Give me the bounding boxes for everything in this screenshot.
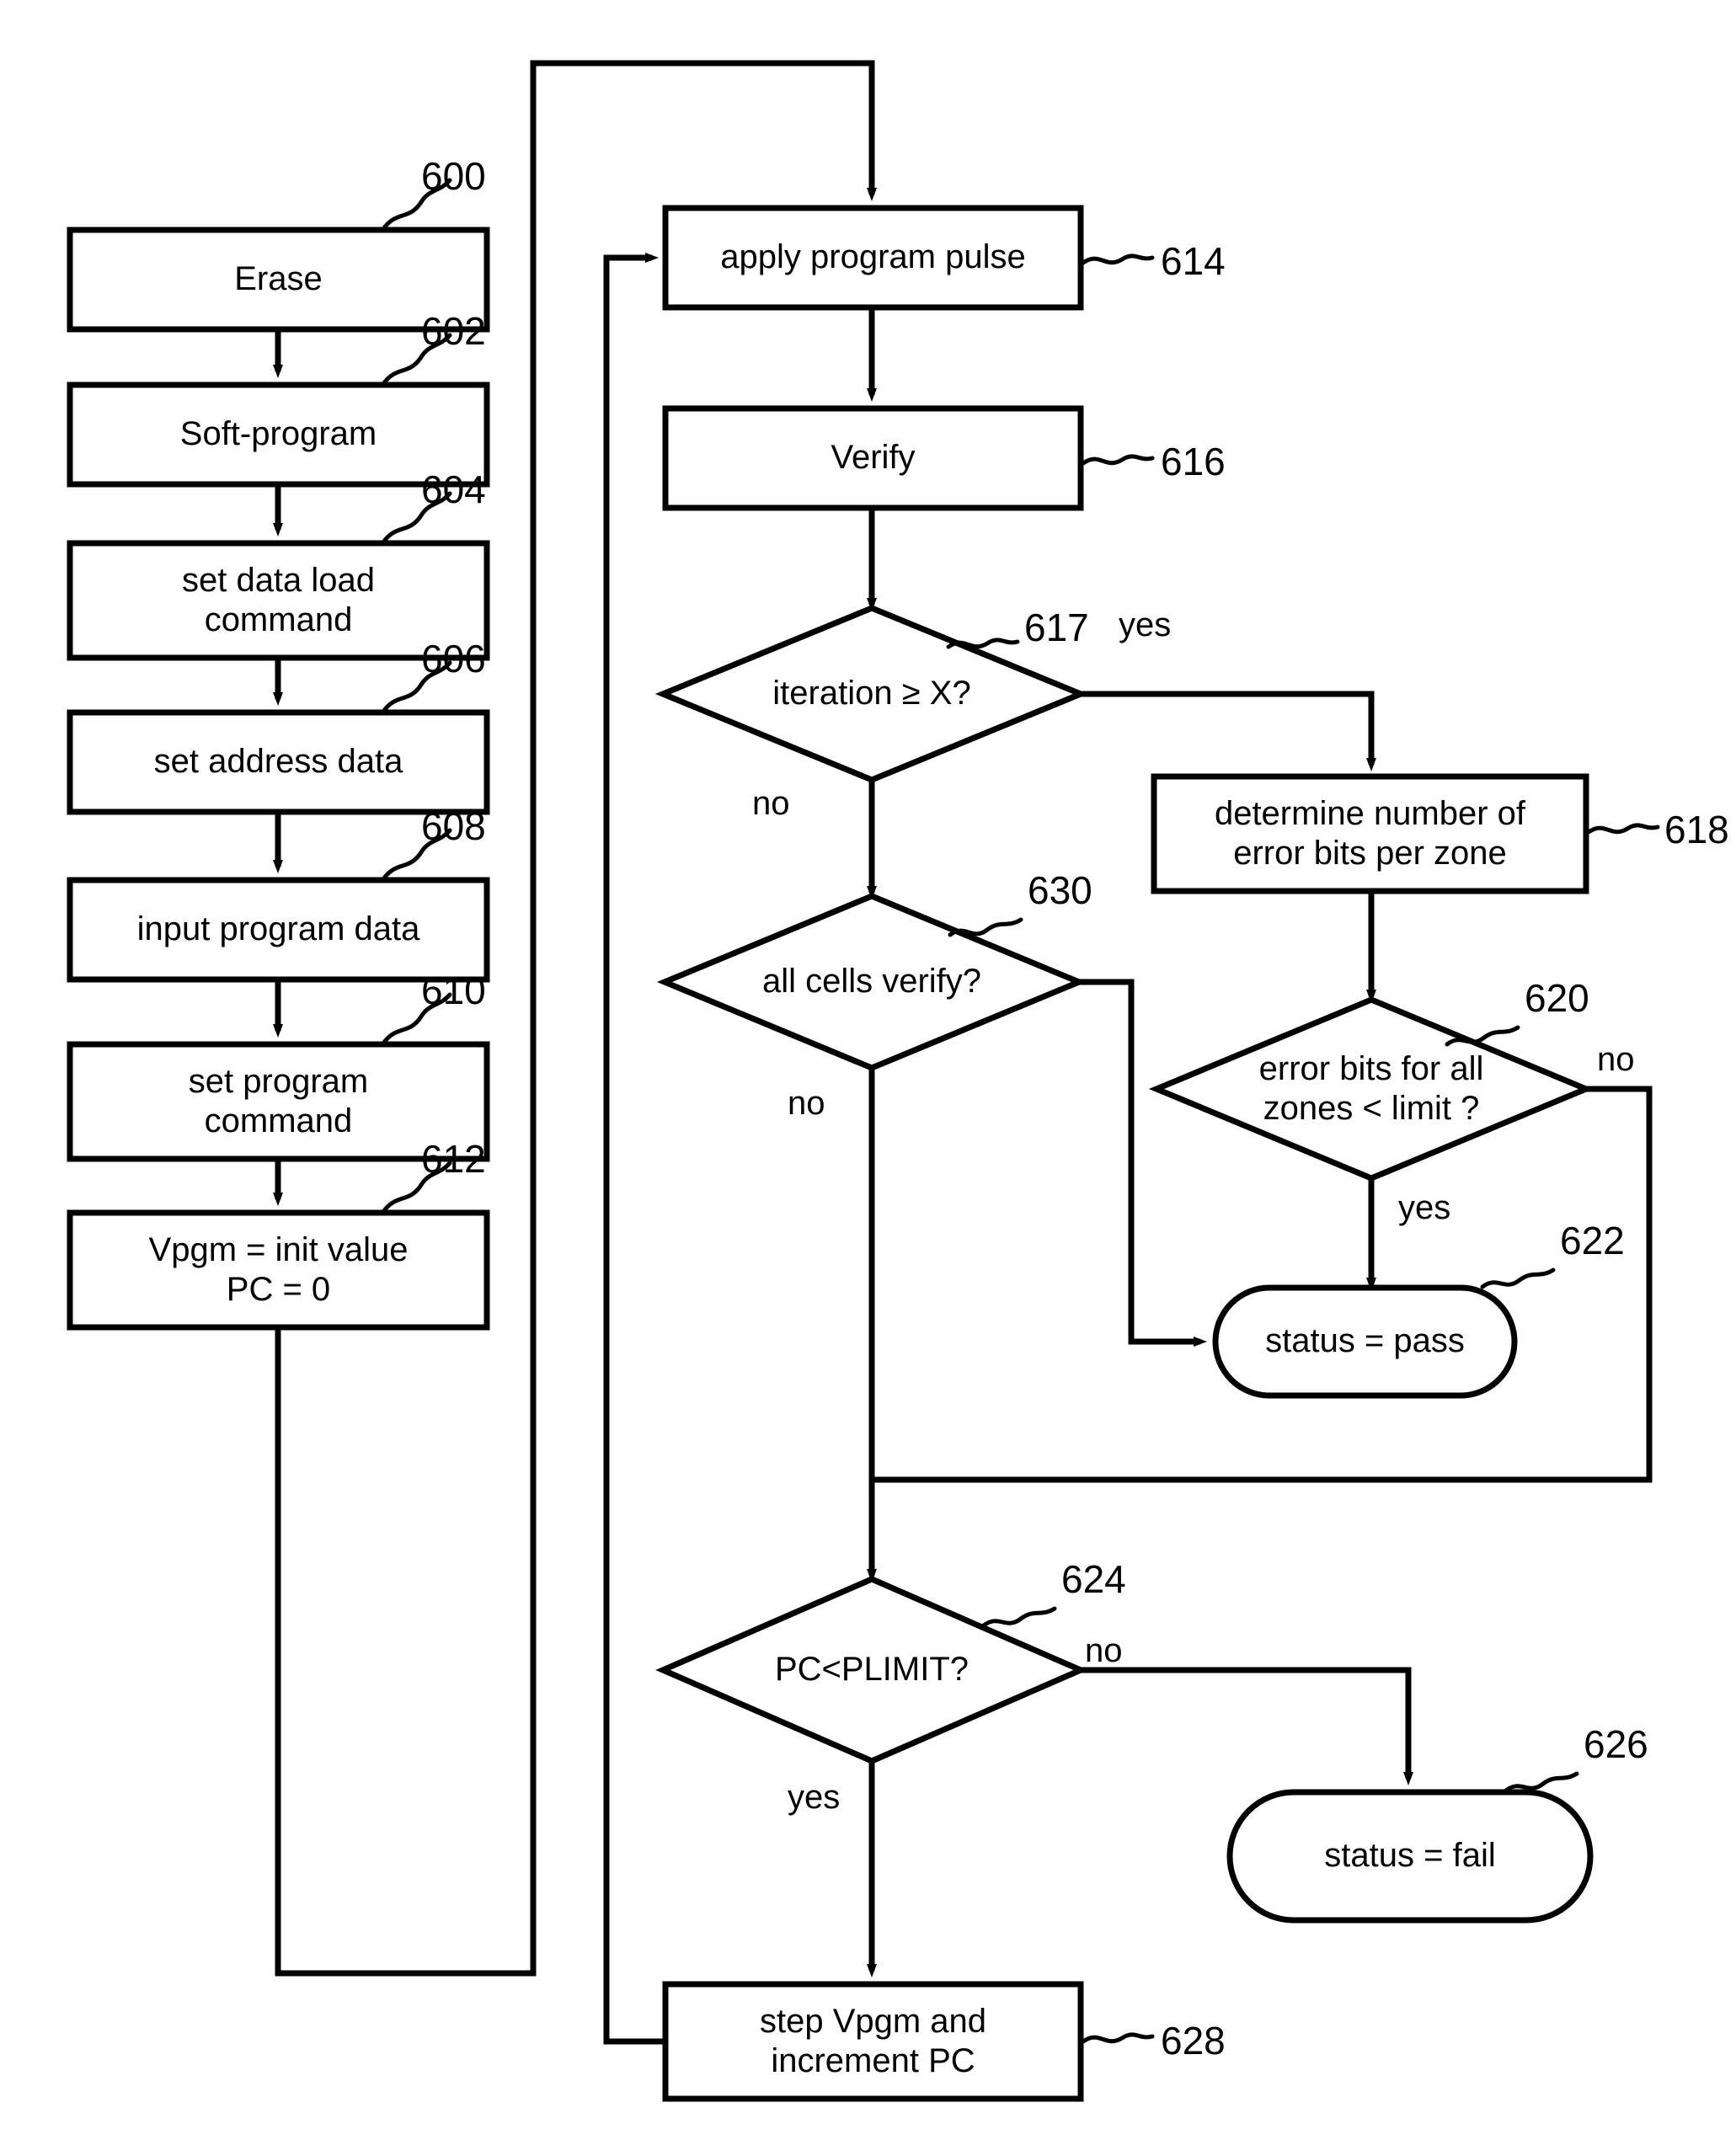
edge-630-to-622 bbox=[1079, 979, 1207, 1347]
edge-label-624-yes: yes bbox=[788, 1779, 841, 1816]
ref-number-620: 620 bbox=[1525, 976, 1589, 1020]
ref-number-608: 608 bbox=[421, 804, 486, 848]
edge-624-no-626 bbox=[1081, 1667, 1413, 1785]
node-box-614 bbox=[662, 205, 1084, 311]
leader-614 bbox=[1081, 253, 1155, 265]
ref-number-626: 626 bbox=[1584, 1722, 1648, 1766]
node-box-616 bbox=[662, 405, 1084, 511]
node-box-608 bbox=[67, 877, 490, 983]
leader-624 bbox=[981, 1606, 1057, 1628]
edge-label-624-no: no bbox=[1085, 1632, 1123, 1669]
ref-number-622: 622 bbox=[1560, 1219, 1625, 1262]
ref-number-606: 606 bbox=[421, 637, 486, 680]
ref-number-624: 624 bbox=[1061, 1557, 1126, 1601]
node-diamond-617 bbox=[654, 605, 1089, 783]
edge-label-617-yes: yes bbox=[1119, 606, 1172, 643]
ref-number-612: 612 bbox=[421, 1137, 486, 1181]
leader-616 bbox=[1081, 454, 1155, 466]
edge-label-620-no: no bbox=[1597, 1041, 1635, 1078]
ref-number-614: 614 bbox=[1161, 239, 1226, 283]
ref-number-617: 617 bbox=[1024, 606, 1089, 649]
node-diamond-620 bbox=[1148, 996, 1594, 1182]
ref-number-600: 600 bbox=[421, 154, 486, 198]
leader-626 bbox=[1504, 1771, 1579, 1793]
flowchart-svg bbox=[67, 60, 1660, 2102]
edge-label-620-yes: yes bbox=[1398, 1189, 1451, 1226]
edge-label-630-no: no bbox=[788, 1085, 825, 1122]
ref-number-616: 616 bbox=[1161, 440, 1226, 483]
ref-number-602: 602 bbox=[421, 309, 486, 353]
flowchart-figure: Erase Soft-program set data load command… bbox=[0, 0, 1736, 2140]
ref-number-628: 628 bbox=[1161, 2019, 1226, 2063]
node-terminator-626 bbox=[1226, 1789, 1594, 1924]
node-box-612 bbox=[67, 1209, 490, 1331]
ref-number-604: 604 bbox=[421, 467, 486, 511]
leader-630 bbox=[948, 917, 1023, 937]
node-terminator-622 bbox=[1212, 1284, 1518, 1399]
leader-628 bbox=[1081, 2032, 1155, 2044]
edge-617-yes-618 bbox=[1081, 691, 1376, 771]
leader-622 bbox=[1480, 1267, 1556, 1289]
edge-628-to-614-inner bbox=[603, 253, 665, 2045]
node-box-628 bbox=[662, 1981, 1084, 2102]
ref-number-618: 618 bbox=[1664, 808, 1729, 851]
edge-620-no-624 bbox=[872, 1086, 1653, 1483]
edge-label-617-no: no bbox=[752, 785, 790, 822]
node-box-618 bbox=[1151, 773, 1589, 894]
node-box-606 bbox=[67, 709, 490, 815]
ref-number-610: 610 bbox=[421, 969, 486, 1012]
leader-618 bbox=[1586, 823, 1660, 835]
node-diamond-624 bbox=[655, 1576, 1088, 1764]
ref-number-630: 630 bbox=[1028, 868, 1092, 912]
